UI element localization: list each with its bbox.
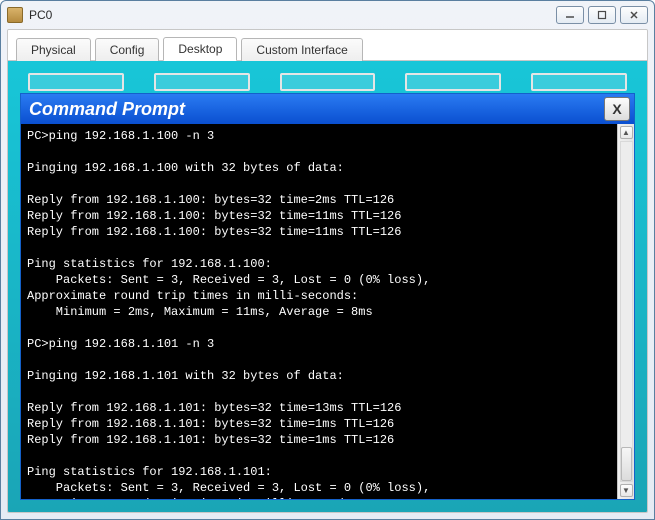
scrollbar-vertical[interactable]: ▲ ▼ xyxy=(617,124,634,499)
client-area: Physical Config Desktop Custom Interface… xyxy=(7,29,648,513)
desktop-app-thumb[interactable] xyxy=(154,73,250,91)
scroll-down-icon[interactable]: ▼ xyxy=(620,484,633,497)
tab-physical[interactable]: Physical xyxy=(16,38,91,61)
tab-custom-interface[interactable]: Custom Interface xyxy=(241,38,362,61)
desktop-app-thumb[interactable] xyxy=(280,73,376,91)
window-title: PC0 xyxy=(29,8,52,22)
command-prompt-body: PC>ping 192.168.1.100 -n 3 Pinging 192.1… xyxy=(21,124,634,499)
terminal-output[interactable]: PC>ping 192.168.1.100 -n 3 Pinging 192.1… xyxy=(21,124,617,499)
desktop-app-thumb[interactable] xyxy=(405,73,501,91)
command-prompt-close-button[interactable]: X xyxy=(604,97,630,121)
scroll-up-icon[interactable]: ▲ xyxy=(620,126,633,139)
titlebar[interactable]: PC0 xyxy=(1,1,654,29)
command-prompt-title: Command Prompt xyxy=(29,99,185,120)
desktop-stage: Command Prompt X PC>ping 192.168.1.100 -… xyxy=(8,61,647,512)
tab-desktop[interactable]: Desktop xyxy=(163,37,237,61)
scroll-track[interactable] xyxy=(620,141,633,482)
close-button[interactable] xyxy=(620,6,648,24)
app-window: PC0 Physical Config Desktop Custom Inter… xyxy=(0,0,655,520)
command-prompt-titlebar[interactable]: Command Prompt X xyxy=(21,94,634,124)
minimize-button[interactable] xyxy=(556,6,584,24)
app-icon xyxy=(7,7,23,23)
scroll-thumb[interactable] xyxy=(621,447,632,481)
tabstrip: Physical Config Desktop Custom Interface xyxy=(8,30,647,61)
maximize-button[interactable] xyxy=(588,6,616,24)
tab-config[interactable]: Config xyxy=(95,38,160,61)
window-controls xyxy=(556,6,648,24)
desktop-app-thumb[interactable] xyxy=(531,73,627,91)
command-prompt-window: Command Prompt X PC>ping 192.168.1.100 -… xyxy=(20,93,635,500)
desktop-app-thumb[interactable] xyxy=(28,73,124,91)
titlebar-left: PC0 xyxy=(7,7,52,23)
